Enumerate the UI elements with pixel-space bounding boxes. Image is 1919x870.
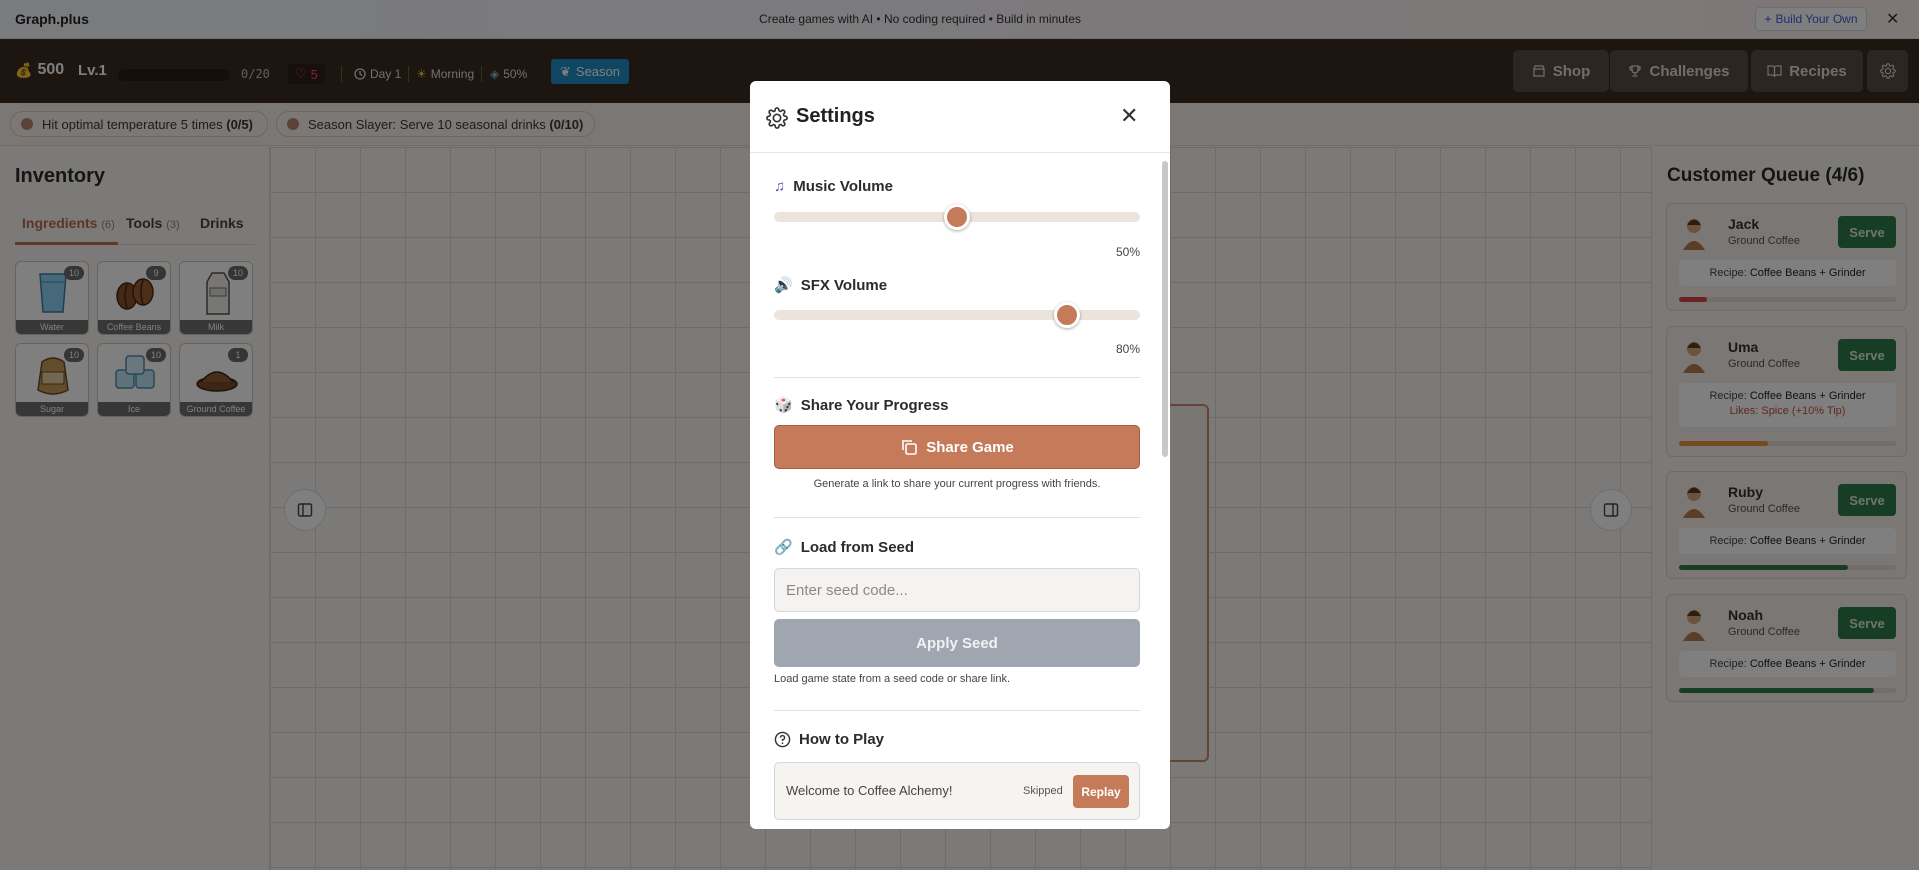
close-icon[interactable]: ✕ <box>1120 103 1138 129</box>
sfx-volume-label: 🔊 SFX Volume <box>774 276 888 295</box>
gear-icon <box>766 107 788 129</box>
section-divider <box>774 517 1140 518</box>
music-note-icon: ♫ <box>774 178 786 195</box>
speaker-icon: 🔊 <box>774 277 793 294</box>
music-volume-thumb[interactable] <box>944 204 970 230</box>
how-to-play-text: How to Play <box>799 731 885 748</box>
seed-input[interactable] <box>774 568 1140 612</box>
sfx-volume-thumb[interactable] <box>1053 302 1080 328</box>
music-volume-value: 50% <box>1115 245 1140 259</box>
how-to-play-label: How to Play <box>774 731 884 748</box>
dialog-body[interactable]: ♫ Music Volume 50% 🔊 SFX Volume 80% 🎲 Sh… <box>750 153 1170 829</box>
scrollbar[interactable] <box>1162 161 1168 457</box>
share-progress-text: Share Your Progress <box>800 396 949 414</box>
sfx-volume-value: 80% <box>1115 342 1140 356</box>
music-volume-label: ♫ Music Volume <box>774 178 893 195</box>
tutorial-status: Skipped <box>1023 785 1063 797</box>
share-help-text: Generate a link to share your current pr… <box>813 478 1101 490</box>
tutorial-row: Welcome to Coffee Alchemy! Skipped Repla… <box>774 762 1140 820</box>
dice-icon: 🎲 <box>774 397 793 414</box>
sfx-volume-slider[interactable] <box>774 310 1140 320</box>
dialog-header: Settings ✕ <box>750 81 1170 153</box>
sfx-volume-text: SFX Volume <box>800 276 888 294</box>
share-game-button[interactable]: Share Game <box>774 425 1140 469</box>
apply-seed-button[interactable]: Apply Seed <box>774 619 1140 667</box>
copy-icon <box>902 440 918 455</box>
replay-tutorial-button[interactable]: Replay <box>1073 775 1129 808</box>
share-progress-label: 🎲 Share Your Progress <box>774 396 949 415</box>
dialog-title: Settings <box>796 105 875 127</box>
music-volume-text: Music Volume <box>793 178 893 195</box>
section-divider <box>774 710 1140 711</box>
link-icon: 🔗 <box>774 539 793 556</box>
tutorial-title: Welcome to Coffee Alchemy! <box>786 783 953 798</box>
load-seed-label: 🔗 Load from Seed <box>774 538 915 557</box>
help-circle-icon <box>774 731 791 748</box>
seed-help-text: Load game state from a seed code or shar… <box>774 673 1011 685</box>
section-divider <box>774 377 1140 378</box>
load-seed-text: Load from Seed <box>800 538 915 556</box>
settings-dialog: Settings ✕ ♫ Music Volume 50% 🔊 SFX Volu… <box>750 81 1170 829</box>
share-game-label: Share Game <box>926 438 1014 456</box>
